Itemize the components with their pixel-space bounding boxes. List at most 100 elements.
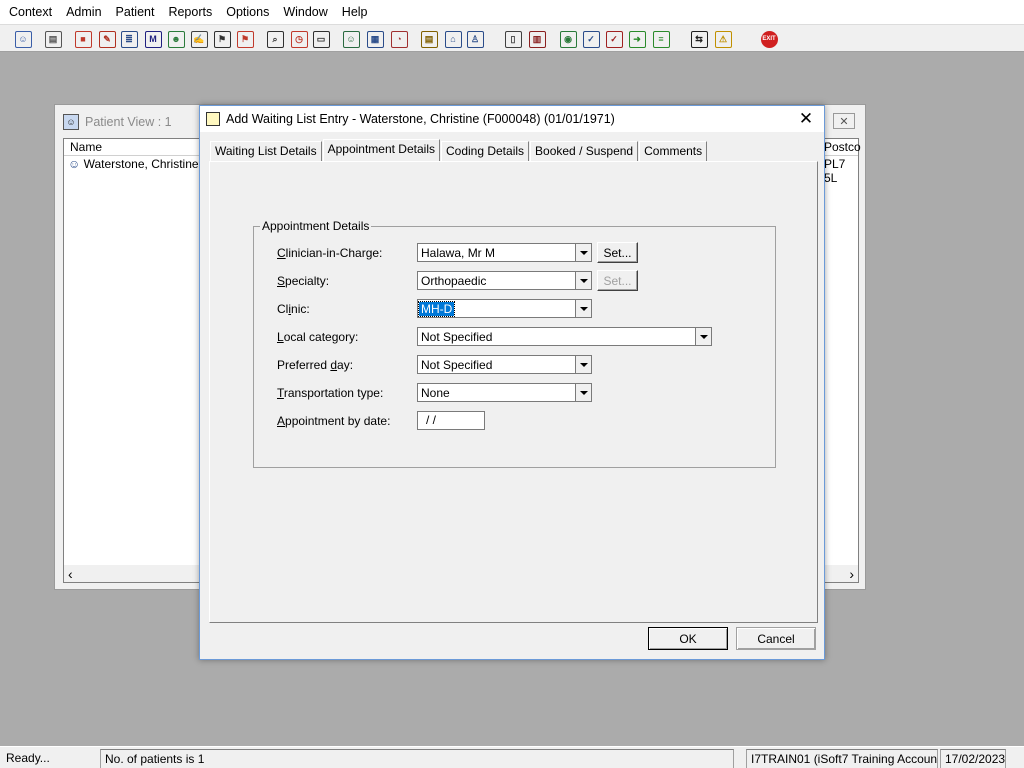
add-waiting-list-dialog: Add Waiting List Entry - Waterstone, Chr… [199, 105, 825, 660]
patient-row-name: Waterstone, Christine... [83, 157, 209, 171]
flag-red-button[interactable]: ⚑ [234, 28, 256, 50]
clinician-select[interactable]: Halawa, Mr M [417, 243, 592, 262]
chevron-down-icon[interactable] [575, 271, 592, 290]
doctor-icon: ☺ [14, 30, 32, 48]
doctor-button[interactable]: ☺ [12, 28, 34, 50]
bed-button[interactable]: ⌂ [442, 28, 464, 50]
person-card-button[interactable]: ☺ [340, 28, 362, 50]
person-bed-button[interactable]: ♙ [464, 28, 486, 50]
menu-options[interactable]: Options [219, 0, 276, 24]
globe-button[interactable]: ◉ [557, 28, 579, 50]
appointment-details-group: Appointment Details [253, 219, 776, 468]
chart-clock-icon: ◔ [390, 30, 408, 48]
transportation-label: Transportation type: [277, 386, 384, 400]
patient-view-close-button[interactable]: ✕ [833, 113, 855, 129]
calendar-button[interactable]: ▦ [364, 28, 386, 50]
tab-waiting-list-details[interactable]: Waiting List Details [210, 141, 322, 161]
clinic-label: Clinic: [277, 302, 310, 316]
transportation-select[interactable]: None [417, 383, 592, 402]
check-list-red-button[interactable]: ✓ [603, 28, 625, 50]
clinician-set-button[interactable]: Set... [597, 242, 638, 263]
document-icon: ▯ [504, 30, 522, 48]
chevron-down-icon[interactable] [575, 299, 592, 318]
dialog-note-icon [206, 112, 220, 126]
m-letter-button[interactable]: M [142, 28, 164, 50]
chart-clock-button[interactable]: ◔ [388, 28, 410, 50]
tab-comments[interactable]: Comments [639, 141, 708, 161]
cancel-button[interactable]: Cancel [736, 627, 816, 650]
chevron-down-icon[interactable] [575, 243, 592, 262]
search-doc-button[interactable]: ⌕ [264, 28, 286, 50]
appointment-by-date-label: Appointment by date: [277, 414, 391, 428]
folder-edit-icon: ✎ [98, 30, 116, 48]
list-search-button[interactable]: ≣ [118, 28, 140, 50]
arrow-green-icon: ➜ [628, 30, 646, 48]
menu-reports[interactable]: Reports [161, 0, 219, 24]
swap-arrows-button[interactable]: ⇆ [688, 28, 710, 50]
tab-coding-details[interactable]: Coding Details [440, 141, 530, 161]
menu-patient[interactable]: Patient [109, 0, 162, 24]
search-doc-icon: ⌕ [266, 30, 284, 48]
list-green-icon: ≡ [652, 30, 670, 48]
warning-button[interactable]: ⚠ [712, 28, 734, 50]
printer-button[interactable]: ▤ [42, 28, 64, 50]
clinician-label: Clinician-in-Charge: [277, 246, 383, 260]
specialty-select[interactable]: Orthopaedic [417, 271, 592, 290]
bed-icon: ⌂ [444, 30, 462, 48]
list-green-button[interactable]: ≡ [650, 28, 672, 50]
patient-icon: ☺ [68, 157, 81, 171]
book-red-icon: ■ [74, 30, 92, 48]
specialty-set-button: Set... [597, 270, 638, 291]
local-category-select[interactable]: Not Specified [417, 327, 712, 346]
person-green-icon: ☻ [167, 30, 185, 48]
printer-icon: ▤ [44, 30, 62, 48]
book-red-button[interactable]: ■ [72, 28, 94, 50]
dialog-titlebar[interactable]: Add Waiting List Entry - Waterstone, Chr… [200, 106, 824, 132]
globe-icon: ◉ [559, 30, 577, 48]
chevron-down-icon[interactable] [575, 383, 592, 402]
notes-edit-button[interactable]: ✍ [188, 28, 210, 50]
person-green-button[interactable]: ☻ [165, 28, 187, 50]
note-yellow-button[interactable]: ▤ [418, 28, 440, 50]
patient-row[interactable]: ☺ Waterstone, Christine... [68, 157, 209, 171]
tab-appointment-details[interactable]: Appointment Details [322, 139, 440, 161]
specialty-label: Specialty: [277, 274, 330, 288]
chevron-down-icon[interactable] [695, 327, 712, 346]
dialog-close-button[interactable]: ✕ [796, 109, 816, 129]
folder-edit-button[interactable]: ✎ [96, 28, 118, 50]
menu-bar: Context Admin Patient Reports Options Wi… [0, 0, 1024, 24]
dialog-title: Add Waiting List Entry - Waterstone, Chr… [226, 112, 615, 126]
status-patient-count: No. of patients is 1 [100, 749, 734, 768]
menu-context[interactable]: Context [2, 0, 59, 24]
clock-button[interactable]: ◷ [288, 28, 310, 50]
bar-chart-icon: ▥ [528, 30, 546, 48]
scroll-left-icon[interactable]: ‹ [68, 566, 73, 582]
status-bar: Ready... No. of patients is 1 I7TRAIN01 … [0, 746, 1024, 768]
column-header-postcode[interactable]: Postco [824, 140, 861, 154]
flag-card-button[interactable]: ⚑ [211, 28, 233, 50]
m-letter-icon: M [144, 30, 162, 48]
notes-edit-icon: ✍ [190, 30, 208, 48]
document-button[interactable]: ▯ [502, 28, 524, 50]
clinic-select[interactable]: MH-D [417, 299, 592, 318]
menu-admin[interactable]: Admin [59, 0, 108, 24]
person-card-icon: ☺ [342, 30, 360, 48]
preferred-day-label: Preferred day: [277, 358, 354, 372]
patient-view-icon: ☺ [63, 114, 79, 130]
monitor-icon: ▭ [312, 30, 330, 48]
appointment-by-date-field[interactable]: / / [417, 411, 485, 430]
status-ready: Ready... [6, 751, 50, 765]
chevron-down-icon[interactable] [575, 355, 592, 374]
bar-chart-button[interactable]: ▥ [526, 28, 548, 50]
scroll-right-icon[interactable]: › [849, 566, 854, 582]
exit-button[interactable]: EXIT [758, 28, 780, 50]
tab-booked-suspend[interactable]: Booked / Suspend [530, 141, 639, 161]
check-list-button[interactable]: ✓ [580, 28, 602, 50]
monitor-button[interactable]: ▭ [310, 28, 332, 50]
menu-help[interactable]: Help [335, 0, 375, 24]
preferred-day-select[interactable]: Not Specified [417, 355, 592, 374]
ok-button[interactable]: OK [648, 627, 728, 650]
column-header-name[interactable]: Name [70, 140, 102, 154]
arrow-green-button[interactable]: ➜ [626, 28, 648, 50]
menu-window[interactable]: Window [276, 0, 334, 24]
